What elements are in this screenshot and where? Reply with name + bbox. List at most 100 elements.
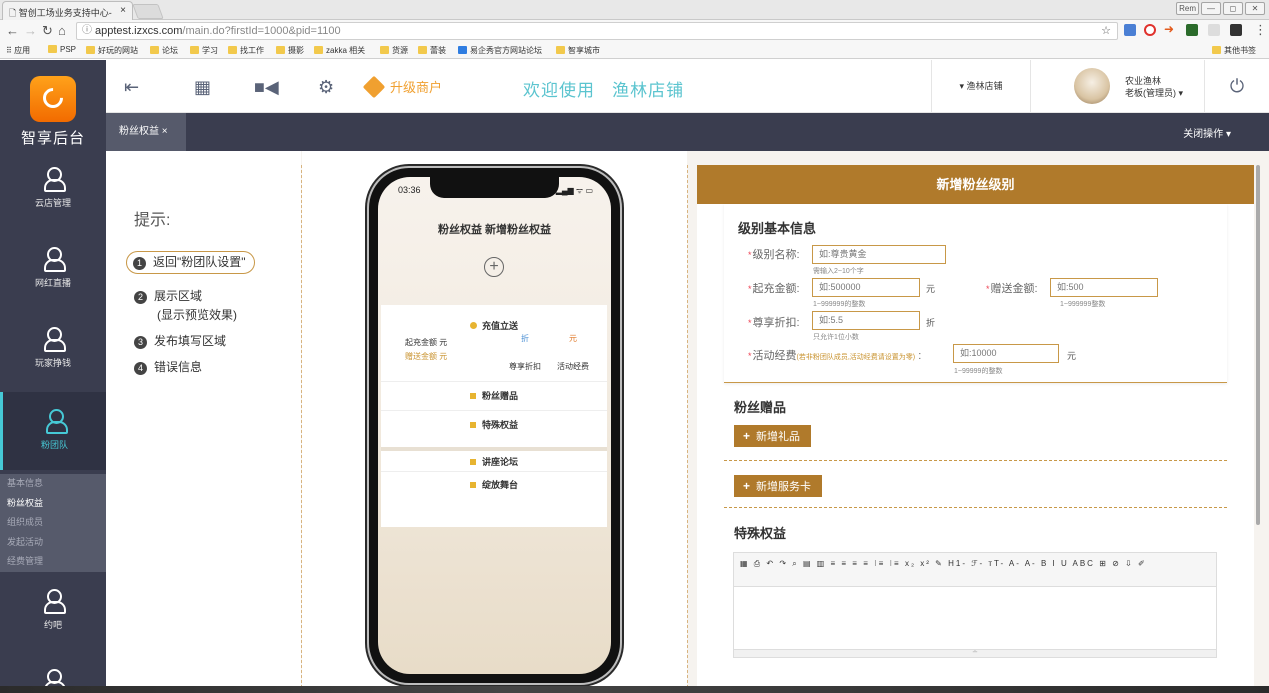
bookmark-supply[interactable]: 货源: [380, 45, 408, 56]
add-service-card-button[interactable]: + 新增服务卡: [734, 475, 823, 497]
video-icon[interactable]: ■◀: [254, 77, 279, 98]
close-tab-icon[interactable]: ×: [120, 5, 126, 16]
form-scrollbar[interactable]: [1256, 165, 1260, 525]
close-window-button[interactable]: ✕: [1245, 2, 1265, 15]
editor-toolbar[interactable]: ▦ ⎙ ↶ ↷ ⌕ ▤ ▥ ≡ ≡ ≡ ≡ ⁝≡ ⁝≡ x₂ x² ✎ H1- …: [734, 553, 1216, 587]
discount-label: 尊享折扣: [509, 362, 541, 371]
green-extension-icon[interactable]: [1186, 24, 1198, 36]
rich-text-editor[interactable]: ▦ ⎙ ↶ ↷ ⌕ ▤ ▥ ≡ ≡ ≡ ≡ ⁝≡ ⁝≡ x₂ x² ✎ H1- …: [733, 552, 1217, 658]
url-input[interactable]: ⓘ apptest.izxcs.com/main.do?firstId=1000…: [76, 22, 1118, 40]
shop-selector[interactable]: ▾ 渔林店铺: [931, 60, 1031, 113]
editor-resize-handle[interactable]: ∸: [734, 649, 1216, 657]
address-bar-row: ← → ↻ ⌂ ⓘ apptest.izxcs.com/main.do?firs…: [0, 20, 1269, 42]
arrow-extension-icon[interactable]: ➜: [1164, 22, 1176, 36]
bookmark-fun-sites[interactable]: 好玩的网站: [86, 45, 138, 56]
window-user-button[interactable]: Rem: [1176, 2, 1199, 15]
sidebar-item-meetup[interactable]: 约吧: [0, 572, 106, 650]
maximize-button[interactable]: ◻: [1223, 2, 1243, 15]
discount-hint: 只允许1位小数: [813, 334, 859, 341]
bookmark-study[interactable]: 学习: [190, 45, 218, 56]
discount-input[interactable]: 如:5.5: [812, 311, 920, 330]
apps-grid-icon: ⠿: [6, 46, 15, 55]
forum-icon: [469, 459, 476, 465]
user-icon: [42, 246, 66, 272]
user-icon: [44, 408, 68, 434]
gift-amount-label: *赠送金额:: [986, 283, 1038, 295]
upgrade-merchant-button[interactable]: 升级商户: [362, 75, 443, 99]
sidebar-item-live[interactable]: 网红直播: [0, 230, 106, 308]
plus-icon: +: [743, 429, 751, 443]
activity-fee-hint: 1~99999的整数: [954, 368, 1003, 375]
submenu-item-basic-info[interactable]: 基本信息: [0, 474, 106, 494]
home-icon[interactable]: ⌂: [58, 23, 66, 38]
bookmark-jobs[interactable]: 找工作: [228, 45, 264, 56]
avatar[interactable]: [1074, 68, 1110, 104]
bookmark-psp[interactable]: PSP: [48, 45, 76, 54]
sidebar-item-fan-team[interactable]: 粉团队: [0, 392, 106, 470]
back-arrow-icon[interactable]: ←: [6, 23, 19, 38]
discount-unit: 折: [926, 318, 936, 328]
extension-icon[interactable]: [1124, 24, 1136, 36]
app-logo: [30, 76, 76, 122]
brand-name: 智享后台: [20, 130, 85, 147]
fee-icon: 元: [569, 334, 577, 343]
gray-extension-icon[interactable]: [1208, 24, 1220, 36]
collapse-menu-icon[interactable]: ⇤: [124, 77, 139, 98]
phone-frame: 03:36 ▂▄▆ ᯤ ▭ 粉丝权益 新增粉丝权益 + 充值立送 起充金额 元 …: [369, 168, 620, 683]
opera-icon[interactable]: [1144, 24, 1156, 36]
apps-bookmark[interactable]: ⠿ 应用: [6, 45, 30, 56]
sidebar-item-earn[interactable]: 玩家挣钱: [0, 310, 106, 388]
bookmark-zakka[interactable]: zakka 相关: [314, 45, 365, 56]
tab-fan-rights[interactable]: 粉丝权益 ×: [106, 113, 186, 151]
power-icon[interactable]: ⏻: [1204, 60, 1269, 113]
sidebar-item-label: 约吧: [43, 620, 62, 630]
phone-screen: 03:36 ▂▄▆ ᯤ ▭ 粉丝权益 新增粉丝权益 + 充值立送 起充金额 元 …: [378, 177, 611, 674]
add-gift-button[interactable]: + 新增礼品: [734, 425, 812, 447]
submenu-item-fan-rights[interactable]: 粉丝权益: [0, 494, 106, 514]
browser-tab[interactable]: 🗋 智创工场业务支持中心- ×: [2, 1, 133, 20]
gear-icon[interactable]: ⚙: [318, 77, 334, 98]
bookmark-eqxiu[interactable]: 易企秀官方网站论坛: [458, 45, 542, 56]
form-header: 新增粉丝级别: [697, 165, 1254, 204]
gift-icon: [469, 393, 476, 399]
discount-label: *尊享折扣:: [748, 317, 800, 329]
browser-tabbar: 🗋 智创工场业务支持中心- × Rem — ◻ ✕: [0, 0, 1269, 20]
bookmark-forum[interactable]: 论坛: [150, 45, 178, 56]
browser-tab-title: 智创工场业务支持中心-: [18, 8, 112, 18]
gift-amount-input[interactable]: 如:500: [1050, 278, 1158, 297]
activity-fee-input[interactable]: 如:10000: [953, 344, 1059, 363]
level-name-input[interactable]: 如:尊贵黄金: [812, 245, 946, 264]
menu-dots-icon[interactable]: ⋮: [1254, 22, 1267, 38]
bookmark-star-icon[interactable]: ☆: [1101, 23, 1111, 39]
gift-amount-hint: 1~999999整数: [1060, 301, 1106, 308]
tips-title: 提示:: [134, 212, 171, 229]
close-operations-dropdown[interactable]: 关闭操作 ▾: [1183, 125, 1231, 140]
start-amount-input[interactable]: 如:500000: [812, 278, 920, 297]
submenu-item-activity[interactable]: 发起活动: [0, 533, 106, 553]
section-stage: 绽放舞台: [381, 478, 607, 491]
new-tab-button[interactable]: [132, 4, 164, 19]
user-menu[interactable]: 农业渔林 老板(管理员) ▾: [1125, 75, 1183, 99]
level-name-hint: 需输入2~10个字: [813, 268, 864, 275]
bookmark-smart-city[interactable]: 智享城市: [556, 45, 600, 56]
folder-icon: [556, 46, 565, 54]
forward-arrow-icon[interactable]: →: [24, 23, 37, 38]
tip-back-link[interactable]: 1 返回"粉团队设置": [126, 251, 255, 274]
minimize-button[interactable]: —: [1201, 2, 1221, 15]
top-bar: ⇤ ▦ ■◀ ⚙ 升级商户 欢迎使用 渔林店铺 ▾ 渔林店铺 农业渔林 老板(管…: [106, 60, 1269, 113]
sidebar-item-cloud-store[interactable]: 云店管理: [0, 150, 106, 228]
folder-icon: [1212, 46, 1221, 54]
submenu-item-members[interactable]: 组织成员: [0, 513, 106, 533]
bookmark-decor[interactable]: 蕾装: [418, 45, 446, 56]
discount-icon: 折: [521, 334, 529, 343]
add-icon[interactable]: +: [484, 257, 504, 277]
upgrade-label: 升级商户: [390, 80, 443, 95]
special-icon: [469, 422, 476, 428]
submenu-item-funds[interactable]: 经费管理: [0, 552, 106, 572]
grid-icon[interactable]: ▦: [194, 77, 211, 98]
bookmark-photo[interactable]: 摄影: [276, 45, 304, 56]
dark-extension-icon[interactable]: [1230, 24, 1242, 36]
bookmark-other[interactable]: 其他书签: [1212, 45, 1256, 56]
reload-icon[interactable]: ↻: [42, 23, 53, 39]
folder-icon: [276, 46, 285, 54]
